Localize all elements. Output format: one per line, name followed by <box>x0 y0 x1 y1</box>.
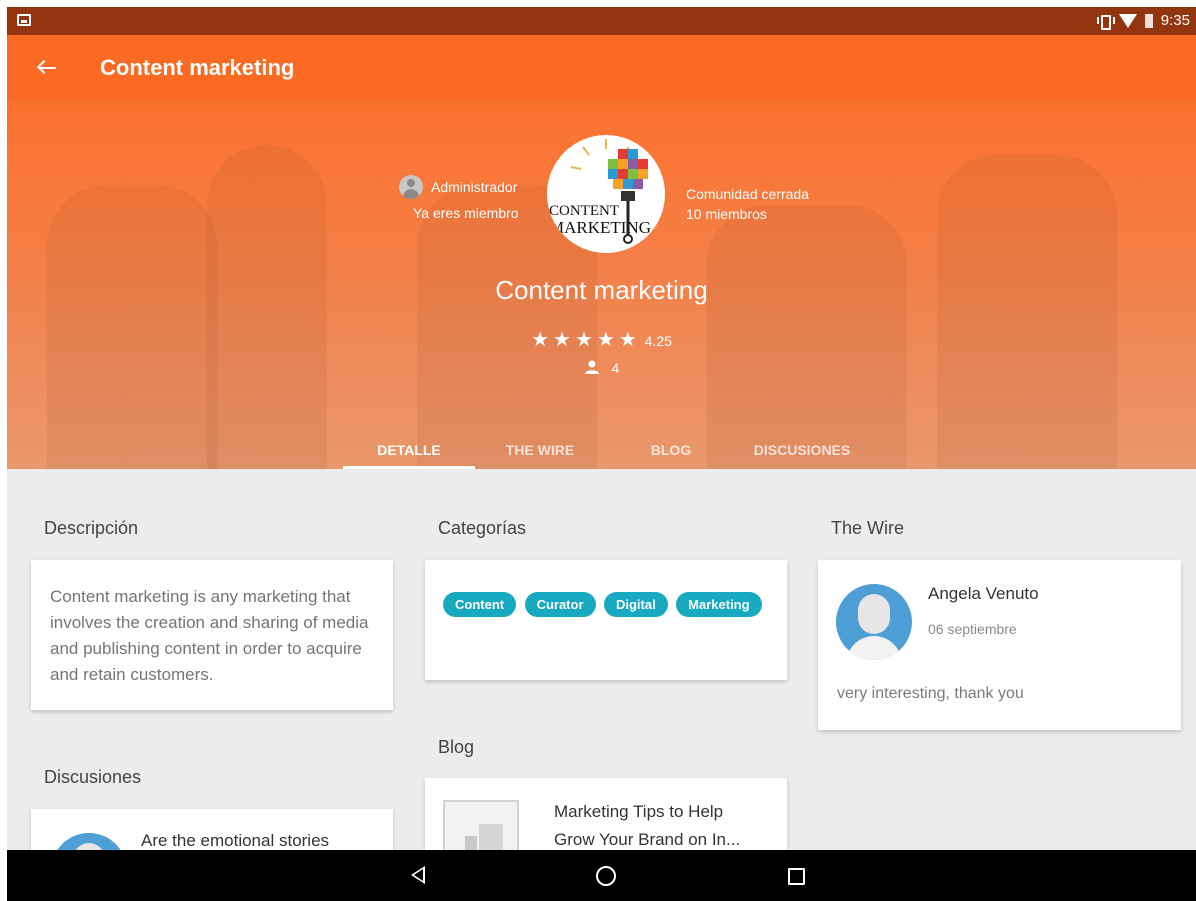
app-bar-title: Content marketing <box>100 55 295 80</box>
categories-card: Content Curator Digital Marketing <box>425 560 787 680</box>
discussions-heading: Discusiones <box>44 767 142 787</box>
image-notification-icon <box>17 14 31 26</box>
user-avatar-icon <box>836 584 912 660</box>
navigation-bar <box>7 850 1196 901</box>
description-text: Content marketing is any marketing that … <box>50 587 369 684</box>
app-frame: 9:35 Content marketing Administrador Ya … <box>7 7 1196 901</box>
category-chip[interactable]: Content <box>443 592 517 617</box>
vibrate-icon <box>1096 14 1115 30</box>
person-icon <box>584 360 599 374</box>
group-header: Content marketing Administrador Ya eres … <box>7 35 1196 469</box>
rating-value: 4.25 <box>644 333 672 349</box>
tab-blog[interactable]: BLOG <box>605 430 737 469</box>
category-chip[interactable]: Marketing <box>676 592 762 617</box>
blog-post-title: Marketing Tips to Help Grow Your Brand o… <box>554 802 741 849</box>
wire-message: very interesting, thank you <box>837 685 1024 702</box>
wire-author: Angela Venuto <box>928 584 1039 603</box>
svg-text:CONTENT: CONTENT <box>549 203 619 219</box>
rating: ★★★★★ 4.25 <box>7 327 1196 352</box>
category-chip[interactable]: Curator <box>524 592 596 617</box>
group-logo: CONTENT MARKETING <box>547 135 665 253</box>
blog-heading: Blog <box>438 737 475 757</box>
battery-icon <box>1144 13 1153 28</box>
description-card: Content marketing is any marketing that … <box>31 560 393 710</box>
nav-back-icon[interactable] <box>411 866 425 884</box>
star-rating-icon: ★★★★★ <box>531 329 641 351</box>
wifi-icon <box>1118 13 1137 28</box>
discussion-title: Are the emotional stories <box>141 831 330 850</box>
wire-date: 06 septiembre <box>928 621 1017 637</box>
wire-card[interactable]: Angela Venuto 06 septiembre very interes… <box>818 560 1181 730</box>
admin-avatar-icon <box>399 175 423 199</box>
svg-text:MARKETING: MARKETING <box>549 218 651 237</box>
admin-role: Administrador <box>431 179 518 195</box>
clock: 9:35 <box>1160 12 1190 29</box>
tab-the-wire[interactable]: THE WIRE <box>475 430 605 469</box>
admin-info: Administrador Ya eres miembro <box>399 175 519 221</box>
community-type: Comunidad cerrada <box>686 186 809 202</box>
tab-bar: DETALLE THE WIRE BLOG DISCUSIONES <box>343 430 867 469</box>
categories-heading: Categorías <box>438 518 527 538</box>
description-heading: Descripción <box>44 518 139 538</box>
followers: 4 <box>7 360 1196 376</box>
members-count: 10 miembros <box>686 206 767 222</box>
nav-home-icon[interactable] <box>596 866 616 886</box>
tab-discusiones[interactable]: DISCUSIONES <box>737 430 867 469</box>
tab-detalle[interactable]: DETALLE <box>343 430 475 469</box>
nav-recents-icon[interactable] <box>788 868 805 885</box>
membership-status: Ya eres miembro <box>413 205 519 221</box>
status-bar: 9:35 <box>7 7 1196 35</box>
followers-count: 4 <box>611 360 620 376</box>
app-bar: Content marketing <box>7 35 1196 99</box>
status-icons: 9:35 <box>1096 12 1190 30</box>
back-arrow-icon[interactable] <box>36 59 57 77</box>
group-title: Content marketing <box>495 275 708 305</box>
community-info: Comunidad cerrada 10 miembros <box>686 184 809 224</box>
category-chip[interactable]: Digital <box>603 592 668 617</box>
wire-heading: The Wire <box>831 518 905 538</box>
